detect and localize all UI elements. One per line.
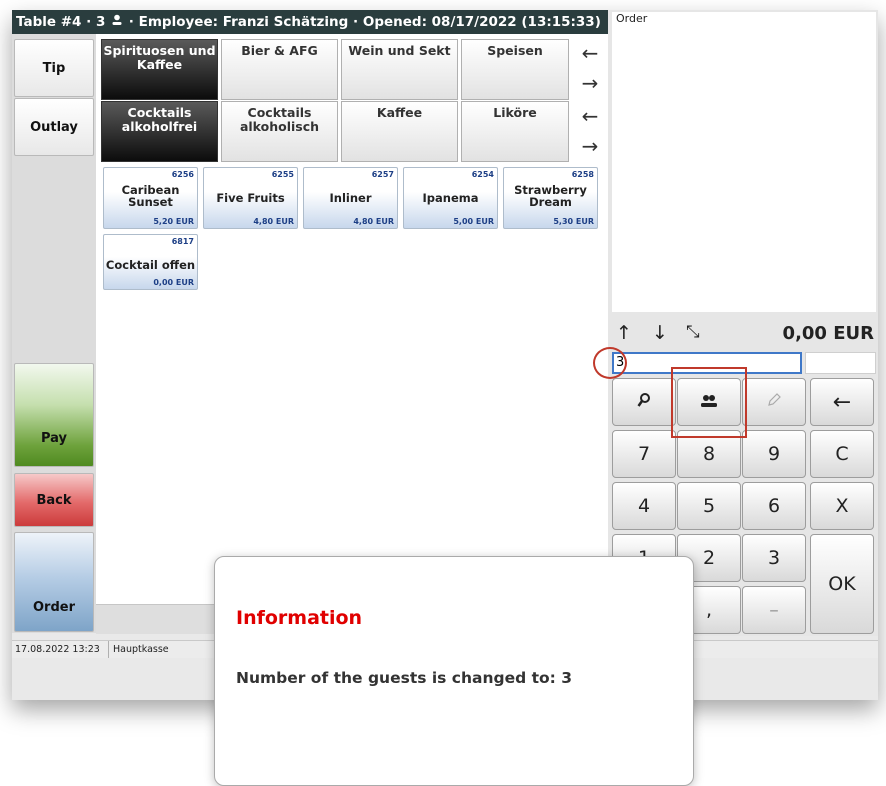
table-number: Table #4 — [16, 14, 82, 30]
key-4[interactable]: 4 — [612, 482, 676, 530]
order-button[interactable]: Order — [14, 532, 94, 632]
product-price: 5,20 EUR — [153, 217, 194, 226]
product-tile[interactable]: 6254 Ipanema 5,00 EUR — [403, 167, 498, 229]
product-tile[interactable]: 6817 Cocktail offen 0,00 EUR — [103, 234, 198, 290]
order-title: Order — [616, 12, 648, 25]
edit-icon — [766, 391, 782, 413]
annotation-circle — [593, 347, 627, 379]
status-divider — [108, 641, 109, 658]
product-tile[interactable]: 6258 Strawberry Dream 5,30 EUR — [503, 167, 598, 229]
product-name: Five Fruits — [216, 191, 285, 205]
product-name: Caribean Sunset — [121, 183, 180, 209]
dialog-title: Information — [236, 607, 363, 629]
product-name: Cocktail offen — [105, 258, 196, 272]
key-clear[interactable]: C — [810, 430, 874, 478]
annotation-rectangle — [671, 367, 747, 438]
key-x[interactable]: X — [810, 482, 874, 530]
opened-time: Opened: 08/17/2022 (13:15:33) — [362, 14, 601, 30]
product-price: 4,80 EUR — [353, 217, 394, 226]
search-icon — [637, 391, 651, 413]
product-price: 5,30 EUR — [553, 217, 594, 226]
product-id: 6817 — [171, 237, 194, 246]
category-wein-und-sekt[interactable]: Wein und Sekt — [341, 39, 458, 100]
dialog-message: Number of the guests is changed to: 3 — [236, 669, 573, 687]
status-datetime: 17.08.2022 13:23 — [15, 644, 100, 655]
category-cocktails-alkoholfrei[interactable]: Cocktails alkoholfrei — [101, 101, 218, 162]
key-9[interactable]: 9 — [742, 430, 806, 478]
guest-count: 3 — [95, 14, 106, 30]
category-cocktails-alkoholisch[interactable]: Cocktails alkoholisch — [221, 101, 338, 162]
product-price: 4,80 EUR — [253, 217, 294, 226]
product-tile[interactable]: 6255 Five Fruits 4,80 EUR — [203, 167, 298, 229]
person-icon — [112, 10, 122, 34]
pay-button[interactable]: Pay — [14, 363, 94, 467]
expand-icon[interactable]: ⤡ — [686, 322, 700, 342]
search-key[interactable] — [612, 378, 676, 426]
product-name: Strawberry Dream — [514, 183, 587, 209]
information-dialog: Information Number of the guests is chan… — [214, 556, 694, 786]
product-name: Inliner — [329, 191, 372, 205]
arrow-right-icon[interactable]: → — [577, 131, 603, 161]
category-spirituosen-und-kaffee[interactable]: Spirituosen und Kaffee — [101, 39, 218, 100]
order-list[interactable] — [612, 12, 876, 312]
arrow-down-icon[interactable]: ↓ — [652, 322, 668, 344]
status-register: Hauptkasse — [113, 644, 169, 655]
employee-name: Employee: Franzi Schätzing — [138, 14, 349, 30]
key-5[interactable]: 5 — [677, 482, 741, 530]
product-price: 5,00 EUR — [453, 217, 494, 226]
product-name: Ipanema — [422, 191, 479, 205]
product-id: 6256 — [171, 170, 194, 179]
order-total: 0,00 EUR — [782, 323, 874, 344]
product-id: 6257 — [371, 170, 394, 179]
key-3[interactable]: 3 — [742, 534, 806, 582]
edit-key[interactable] — [742, 378, 806, 426]
tip-button[interactable]: Tip — [14, 39, 94, 97]
back-button[interactable]: Back — [14, 473, 94, 527]
arrow-left-icon[interactable]: ← — [577, 38, 603, 68]
key-6[interactable]: 6 — [742, 482, 806, 530]
product-price: 0,00 EUR — [153, 278, 194, 287]
product-tile[interactable]: 6257 Inliner 4,80 EUR — [303, 167, 398, 229]
product-tile[interactable]: 6256 Caribean Sunset 5,20 EUR — [103, 167, 198, 229]
backspace-key[interactable]: ← — [810, 378, 874, 426]
category-kaffee[interactable]: Kaffee — [341, 101, 458, 162]
key-7[interactable]: 7 — [612, 430, 676, 478]
category-speisen[interactable]: Speisen — [461, 39, 569, 100]
arrow-left-icon[interactable]: ← — [577, 101, 603, 131]
product-id: 6254 — [471, 170, 494, 179]
product-id: 6255 — [271, 170, 294, 179]
arrow-up-icon[interactable]: ↑ — [616, 322, 632, 344]
title-bar: Table #4 · 3 · Employee: Franzi Schätzin… — [12, 10, 608, 34]
category-likoere[interactable]: Liköre — [461, 101, 569, 162]
product-id: 6258 — [571, 170, 594, 179]
category-bier-afg[interactable]: Bier & AFG — [221, 39, 338, 100]
key-minus[interactable]: – — [742, 586, 806, 634]
outlay-button[interactable]: Outlay — [14, 98, 94, 156]
order-toolbar: ↑ ↓ ⤡ 0,00 EUR — [612, 320, 876, 350]
input-side-box — [805, 352, 876, 374]
ok-key[interactable]: OK — [810, 534, 874, 634]
arrow-right-icon[interactable]: → — [577, 68, 603, 98]
